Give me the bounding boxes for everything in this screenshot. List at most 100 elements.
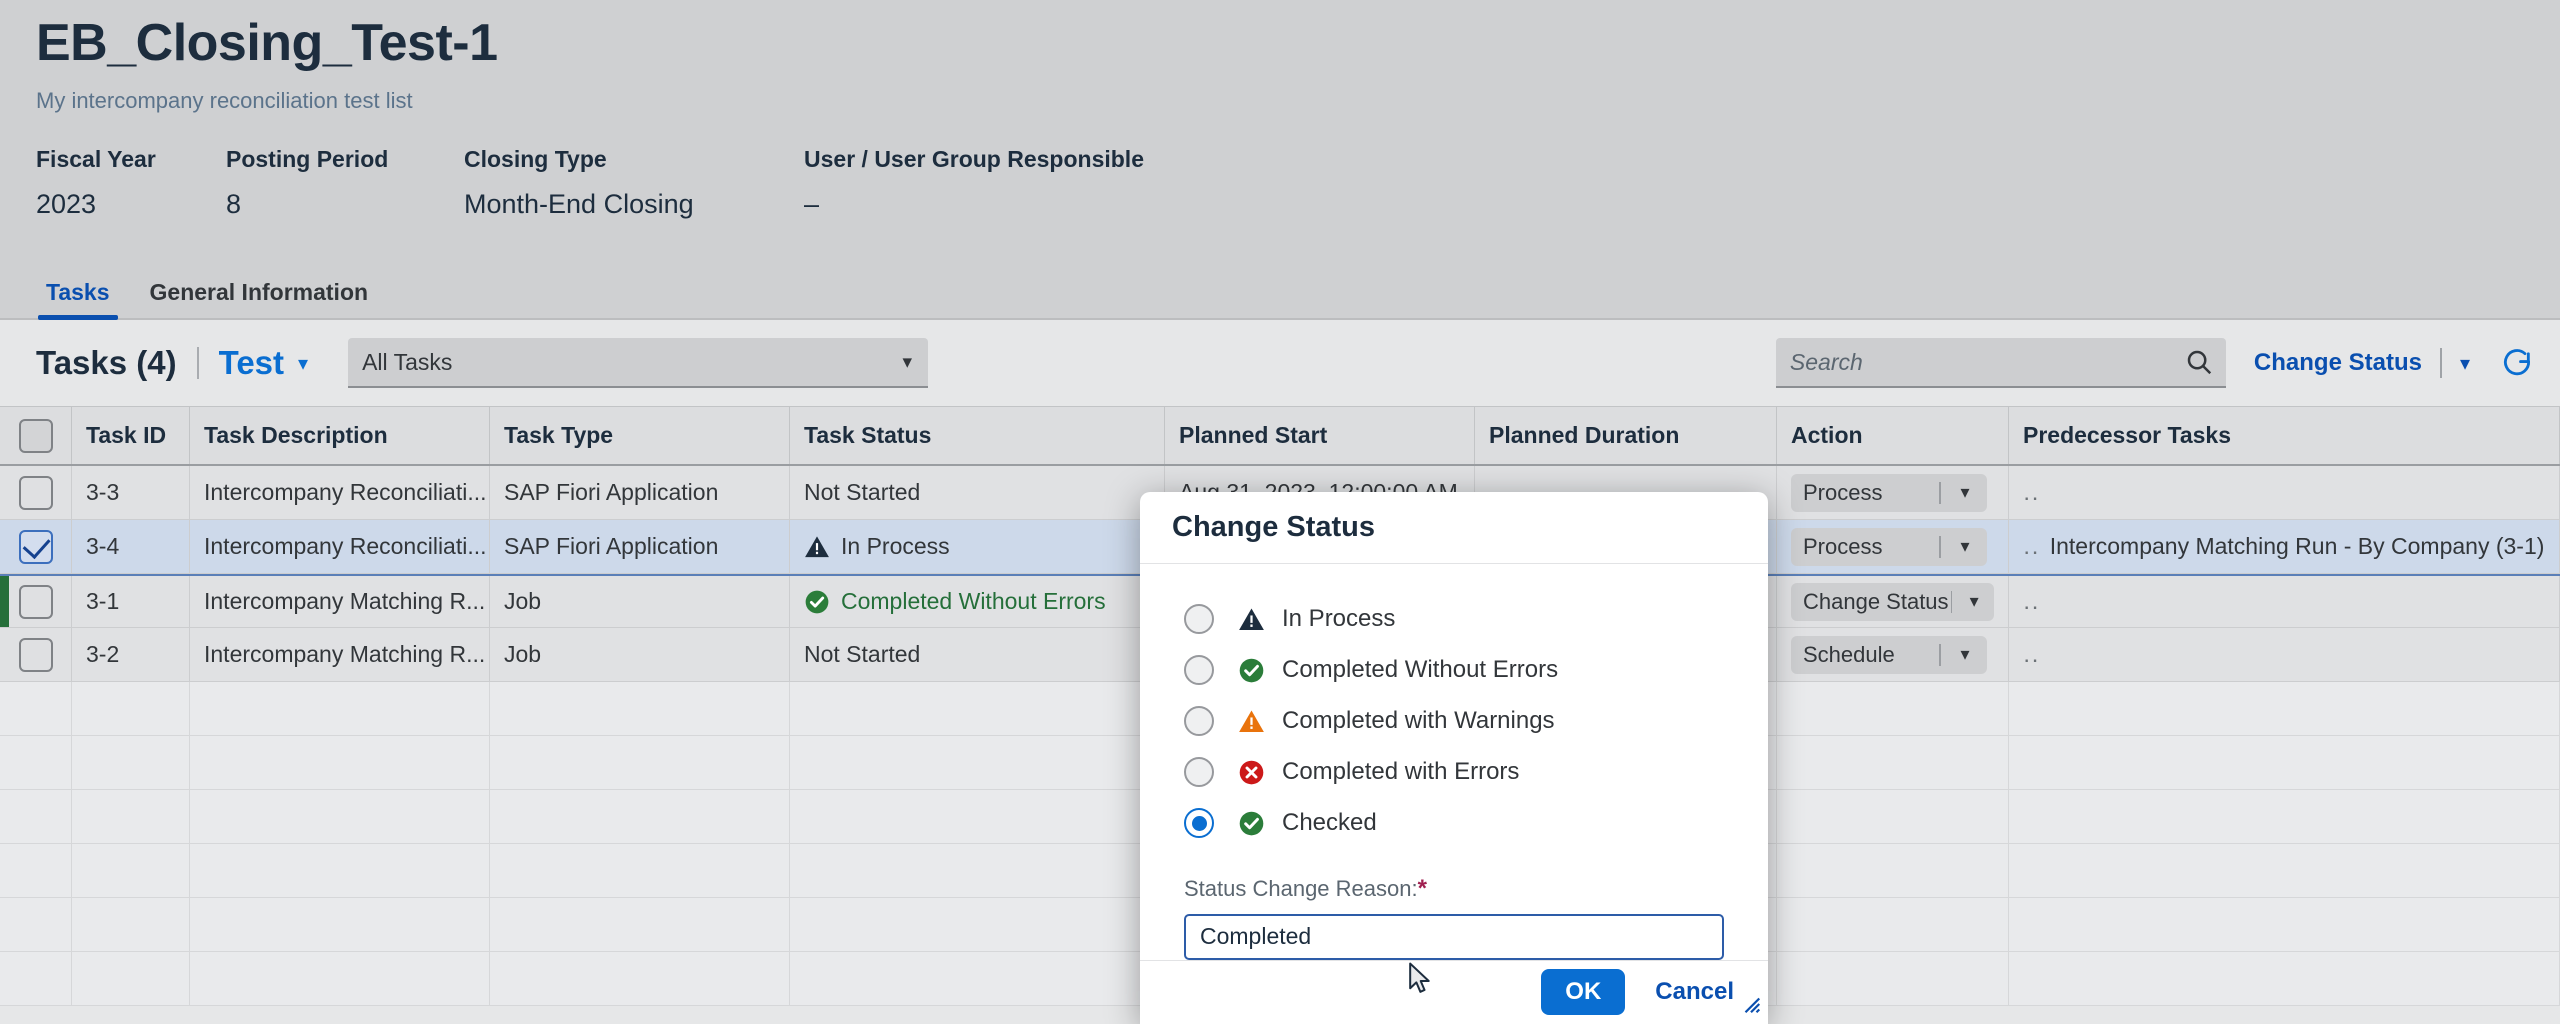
cell-task-type: SAP Fiori Application	[490, 520, 790, 573]
status-change-reason-input[interactable]	[1184, 913, 1724, 960]
dialog-title: Change Status	[1172, 510, 1376, 543]
row-status-indicator	[0, 576, 9, 627]
resize-grip-icon[interactable]	[1740, 993, 1762, 1020]
cell-task-description: Intercompany Matching R...	[190, 628, 490, 681]
empty-cell	[0, 898, 72, 951]
empty-cell	[1777, 898, 2009, 951]
empty-cell	[490, 844, 790, 897]
empty-cell	[72, 844, 190, 897]
ok-button[interactable]: OK	[1541, 969, 1626, 1016]
overflow-dots-icon: ․․	[2023, 588, 2040, 614]
column-header-action[interactable]: Action	[1777, 407, 2009, 464]
column-header-predecessor-tasks[interactable]: Predecessor Tasks	[2009, 407, 2560, 464]
overflow-dots-icon: ․․	[2023, 641, 2040, 667]
change-status-dialog: Change Status In Process Completed Witho…	[1140, 492, 1768, 1024]
column-header-task-status[interactable]: Task Status	[790, 407, 1165, 464]
column-header-planned-start[interactable]: Planned Start	[1165, 407, 1475, 464]
cell-action: Schedule ▾	[1777, 628, 2009, 681]
status-option-in-process[interactable]: In Process	[1184, 594, 1724, 645]
header-field-value: –	[804, 188, 820, 219]
header-field-value: 8	[226, 188, 242, 219]
radio-button[interactable]	[1184, 808, 1214, 839]
chevron-down-icon[interactable]: ▾	[298, 351, 308, 376]
action-change-status-button[interactable]: Change Status ▾	[1791, 582, 1994, 621]
select-all-cell	[0, 407, 72, 464]
action-button-label: Process	[1803, 479, 1883, 505]
cancel-button[interactable]: Cancel	[1651, 972, 1738, 1012]
tab-tasks[interactable]: Tasks	[26, 279, 130, 320]
change-status-button[interactable]: Change Status	[2254, 349, 2422, 377]
chevron-down-icon[interactable]: ▾	[1943, 536, 1987, 557]
status-option-label: Completed with Errors	[1282, 758, 1520, 786]
action-process-button[interactable]: Process ▾	[1791, 527, 1987, 566]
search-field[interactable]	[1775, 338, 2226, 388]
action-button-label: Change Status	[1803, 588, 1949, 614]
status-option-completed-without-errors[interactable]: Completed Without Errors	[1184, 645, 1724, 696]
select-all-checkbox[interactable]	[18, 418, 53, 453]
empty-cell	[790, 682, 1165, 735]
empty-cell	[490, 790, 790, 843]
radio-button[interactable]	[1184, 706, 1214, 737]
status-text: Completed Without Errors	[841, 588, 1106, 614]
success-icon	[1239, 658, 1264, 682]
cell-task-id: 3-1	[72, 576, 190, 627]
row-checkbox[interactable]	[18, 529, 53, 564]
empty-cell	[0, 736, 72, 789]
split-divider	[1939, 481, 1941, 504]
column-header-task-id[interactable]: Task ID	[72, 407, 190, 464]
cell-task-id: 3-3	[72, 466, 190, 519]
row-checkbox[interactable]	[18, 584, 53, 619]
cell-task-status: Not Started	[790, 628, 1165, 681]
required-indicator: *	[1417, 874, 1427, 902]
status-option-label: In Process	[1282, 605, 1396, 633]
table-toolbar: Tasks (4) Test ▾ All Tasks ▾ Change Stat…	[0, 320, 2560, 406]
cell-task-description: Intercompany Matching R...	[190, 576, 490, 627]
empty-cell	[790, 952, 1165, 1005]
cell-predecessor-tasks: ․․	[2009, 628, 2560, 681]
action-schedule-button[interactable]: Schedule ▾	[1791, 635, 1987, 674]
chevron-down-icon[interactable]: ▾	[1943, 482, 1987, 503]
row-checkbox[interactable]	[18, 475, 53, 510]
empty-cell	[0, 844, 72, 897]
radio-button[interactable]	[1184, 604, 1214, 635]
empty-cell	[2009, 844, 2560, 897]
action-process-button[interactable]: Process ▾	[1791, 473, 1987, 512]
column-header-task-type[interactable]: Task Type	[490, 407, 790, 464]
radio-button[interactable]	[1184, 655, 1214, 686]
all-tasks-select[interactable]: All Tasks ▾	[348, 338, 929, 388]
status-option-checked[interactable]: Checked	[1184, 798, 1724, 849]
status-option-completed-with-warnings[interactable]: Completed with Warnings	[1184, 696, 1724, 747]
toolbar-divider	[2439, 348, 2442, 378]
status-option-completed-with-errors[interactable]: Completed with Errors	[1184, 747, 1724, 798]
search-input[interactable]	[1789, 348, 2184, 376]
page-subtitle: My intercompany reconciliation test list	[36, 87, 413, 113]
chevron-down-icon[interactable]: ▾	[1943, 644, 1987, 665]
status-change-reason-label: Status Change Reason:*	[1184, 875, 1724, 903]
radio-button[interactable]	[1184, 757, 1214, 788]
row-select-cell	[0, 628, 72, 681]
tab-general-information[interactable]: General Information	[130, 279, 389, 318]
status-option-label: Completed with Warnings	[1282, 707, 1555, 735]
refresh-icon[interactable]	[2500, 346, 2534, 380]
cell-task-id: 3-2	[72, 628, 190, 681]
overflow-dots-icon: ․․	[2023, 533, 2040, 559]
variant-name[interactable]: Test	[219, 344, 284, 382]
search-icon[interactable]	[2184, 347, 2214, 377]
status-change-reason-label-text: Status Change Reason:	[1184, 875, 1418, 901]
cell-task-status: In Process	[790, 520, 1165, 573]
row-checkbox[interactable]	[18, 637, 53, 672]
cell-task-description: Intercompany Reconciliati...	[190, 466, 490, 519]
status-option-label: Completed Without Errors	[1282, 656, 1559, 684]
chevron-down-icon[interactable]: ▾	[2460, 351, 2470, 376]
cell-action: Change Status ▾	[1777, 576, 2009, 627]
column-header-planned-duration[interactable]: Planned Duration	[1475, 407, 1777, 464]
dialog-header: Change Status	[1140, 492, 1768, 564]
empty-cell	[72, 736, 190, 789]
empty-cell	[490, 736, 790, 789]
error-icon	[1239, 760, 1264, 784]
empty-cell	[190, 898, 490, 951]
status-text: Not Started	[804, 479, 921, 505]
chevron-down-icon[interactable]: ▾	[1954, 591, 1994, 612]
column-header-task-description[interactable]: Task Description	[190, 407, 490, 464]
empty-cell	[1777, 952, 2009, 1005]
